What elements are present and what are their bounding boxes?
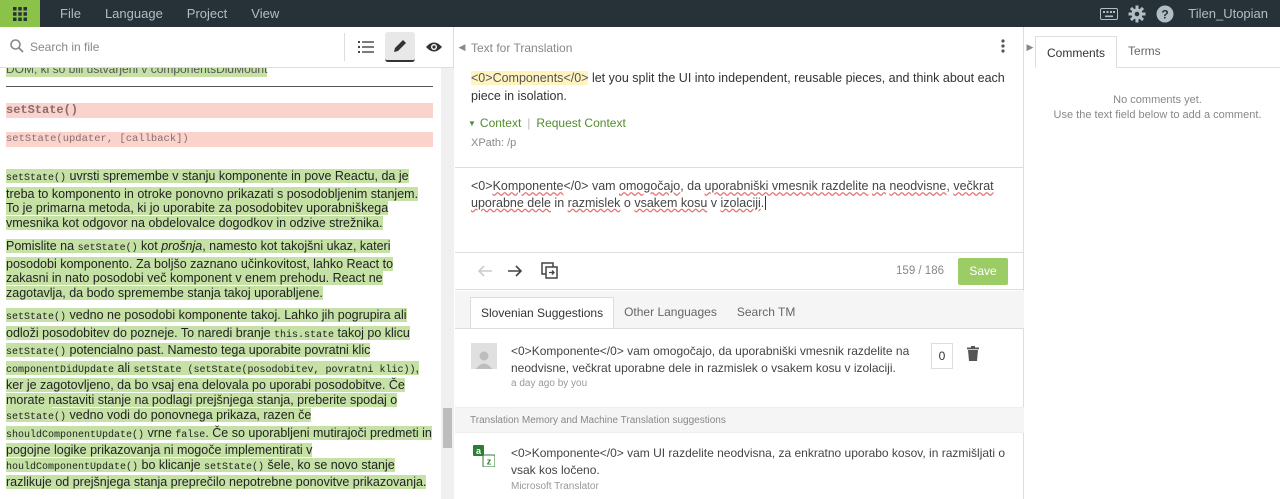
collapse-left-icon[interactable]: ◀ bbox=[455, 27, 469, 68]
mt-text: <0>Komponente</0> vam UI razdelite neodv… bbox=[511, 446, 1006, 477]
search-bar: Search in file bbox=[0, 27, 453, 68]
editor-toolbar: 159 / 186 Save bbox=[455, 253, 1024, 290]
pane-title: Text for Translation bbox=[471, 40, 573, 55]
document-scrollbar[interactable] bbox=[441, 68, 454, 499]
user-area: ? Tilen_Utopian bbox=[1100, 5, 1280, 23]
tab-other-languages[interactable]: Other Languages bbox=[614, 297, 727, 328]
empty-comments-message: No comments yet. Use the text field belo… bbox=[1053, 94, 1262, 121]
source-text: <0>Components</0> let you split the UI i… bbox=[471, 71, 1005, 103]
collapse-right-icon[interactable]: ▶ bbox=[1025, 27, 1035, 68]
menu-file[interactable]: File bbox=[48, 0, 93, 27]
mt-source: Microsoft Translator bbox=[511, 481, 599, 492]
trash-icon[interactable] bbox=[967, 343, 979, 393]
method-heading[interactable]: setState() bbox=[6, 103, 433, 118]
translation-header: Text for Translation bbox=[471, 27, 1023, 68]
help-icon[interactable]: ? bbox=[1156, 5, 1174, 23]
paragraph-4[interactable]: setState() vedno vodi do ponovnega prika… bbox=[6, 408, 434, 490]
method-signature[interactable]: setState(updater, [callback]) bbox=[6, 132, 433, 147]
svg-text:z: z bbox=[487, 457, 492, 467]
caret-down-icon: ▼ bbox=[468, 118, 476, 128]
text-cursor bbox=[765, 195, 767, 210]
tab-comments[interactable]: Comments bbox=[1035, 36, 1118, 68]
document-content: DOM, ki so bili ustvarjeni v componentsD… bbox=[0, 68, 440, 499]
pencil-icon bbox=[394, 40, 406, 52]
gear-icon[interactable] bbox=[1128, 5, 1146, 23]
suggestion-tabs: Slovenian Suggestions Other Languages Se… bbox=[455, 291, 1024, 329]
top-bar: File Language Project View ? Tilen_Utopi… bbox=[0, 0, 1280, 27]
scrollbar-thumb[interactable] bbox=[443, 408, 452, 448]
more-options-icon[interactable] bbox=[1001, 39, 1005, 56]
menu-language[interactable]: Language bbox=[93, 0, 175, 27]
main-menu: File Language Project View bbox=[48, 0, 291, 27]
context-links: ▼ Context | Request Context bbox=[468, 116, 626, 130]
request-context-link[interactable]: Request Context bbox=[536, 116, 625, 130]
suggestion-meta: a day ago by you bbox=[511, 378, 588, 389]
context-toggle[interactable]: Context bbox=[480, 116, 521, 130]
toolbar-divider bbox=[344, 33, 345, 61]
divider bbox=[6, 86, 433, 87]
comments-tabs: Comments Terms bbox=[1035, 27, 1280, 68]
comments-pane: ▶ Comments Terms No comments yet. Use th… bbox=[1025, 27, 1280, 499]
grid-icon[interactable] bbox=[0, 0, 40, 27]
translate-icon: az bbox=[473, 445, 497, 499]
search-input[interactable]: Search in file bbox=[30, 40, 338, 54]
paragraph-partial[interactable]: DOM, ki so bili ustvarjeni v componentsD… bbox=[6, 68, 268, 77]
tm-section-header: Translation Memory and Machine Translati… bbox=[455, 407, 1024, 433]
username[interactable]: Tilen_Utopian bbox=[1188, 6, 1268, 21]
document-pane: Search in file DOM, ki so bili ustvarjen… bbox=[0, 27, 454, 499]
paragraph-2[interactable]: Pomislite na setState() kot prošnja, nam… bbox=[6, 239, 434, 300]
suggestion-item[interactable]: <0>Komponente</0> vam omogočajo, da upor… bbox=[455, 330, 1024, 406]
svg-text:?: ? bbox=[1162, 7, 1169, 21]
preview-mode-button[interactable] bbox=[419, 32, 449, 62]
avatar bbox=[471, 343, 497, 369]
list-view-button[interactable] bbox=[351, 32, 381, 62]
search-icon bbox=[10, 38, 24, 56]
eye-icon bbox=[426, 42, 442, 52]
translation-input[interactable]: <0>Komponente</0> vam omogočajo, da upor… bbox=[455, 167, 1024, 253]
save-button[interactable]: Save bbox=[958, 257, 1008, 285]
previous-arrow-icon[interactable] bbox=[477, 264, 493, 278]
suggestion-text: <0>Komponente</0> vam omogočajo, da upor… bbox=[511, 344, 910, 375]
xpath-label: XPath: /p bbox=[471, 137, 517, 149]
tab-search-tm[interactable]: Search TM bbox=[727, 297, 805, 328]
character-counter: 159 / 186 bbox=[896, 265, 944, 277]
tab-terms[interactable]: Terms bbox=[1117, 35, 1172, 67]
tab-slovenian-suggestions[interactable]: Slovenian Suggestions bbox=[470, 297, 615, 328]
next-arrow-icon[interactable] bbox=[507, 264, 523, 278]
machine-translation-item[interactable]: az <0>Komponente</0> vam UI razdelite ne… bbox=[455, 434, 1024, 499]
menu-project[interactable]: Project bbox=[175, 0, 239, 27]
copy-source-icon[interactable] bbox=[541, 262, 559, 280]
menu-view[interactable]: View bbox=[239, 0, 291, 27]
edit-mode-button[interactable] bbox=[385, 32, 415, 62]
translation-pane: ◀ Text for Translation <0>Components</0>… bbox=[455, 27, 1024, 499]
paragraph-1[interactable]: setState() uvrsti spremembe v stanju kom… bbox=[6, 169, 434, 230]
list-icon bbox=[358, 41, 374, 53]
keyboard-icon[interactable] bbox=[1100, 7, 1119, 20]
vote-count[interactable]: 0 bbox=[931, 343, 953, 369]
